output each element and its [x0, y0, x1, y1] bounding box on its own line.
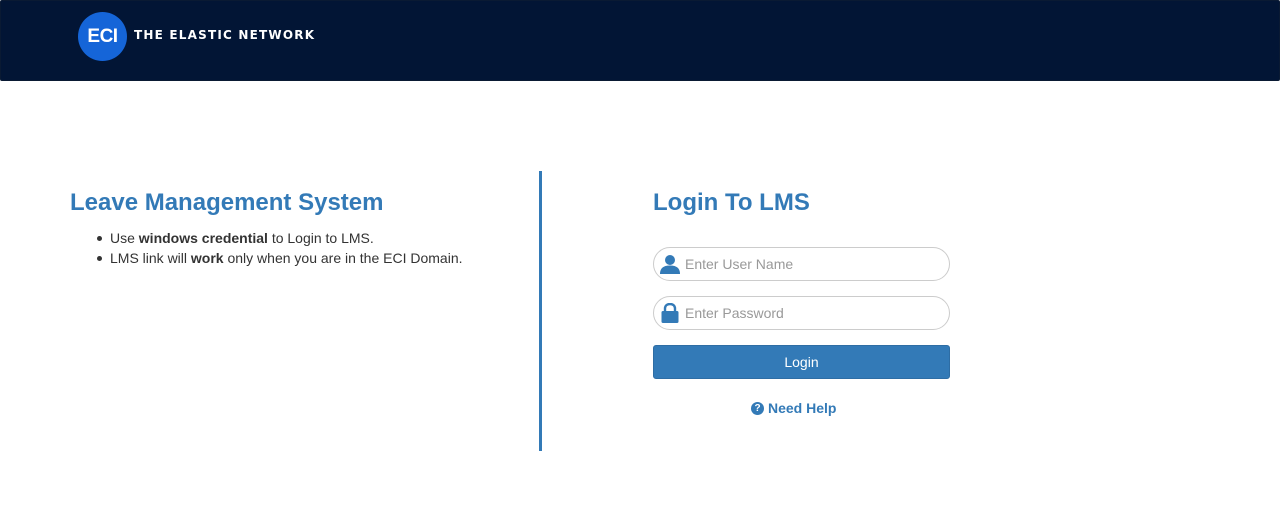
question-circle-icon: ?: [751, 401, 764, 415]
info-item-text: to Login to LMS.: [267, 230, 374, 246]
info-item-text: LMS link will: [110, 250, 191, 266]
need-help-label: Need Help: [768, 400, 837, 416]
login-title: Login To LMS: [653, 189, 810, 216]
info-item: LMS link will work only when you are in …: [97, 248, 463, 268]
system-title: Leave Management System: [70, 189, 384, 216]
vertical-divider: [539, 171, 542, 451]
lock-icon: [655, 297, 685, 329]
password-field[interactable]: [653, 296, 950, 330]
info-list: Use windows credential to Login to LMS. …: [97, 228, 463, 268]
logo-tagline: THE ELASTIC NETWORK: [134, 28, 316, 42]
login-button[interactable]: Login: [653, 345, 950, 379]
info-item-emphasis: windows credential: [138, 230, 268, 246]
need-help-link[interactable]: ? Need Help: [751, 400, 836, 416]
user-icon: [655, 248, 685, 280]
password-input[interactable]: [685, 298, 935, 328]
username-input[interactable]: [685, 249, 935, 279]
username-field[interactable]: [653, 247, 950, 281]
info-item-emphasis: work: [190, 250, 224, 266]
eci-logo[interactable]: ECI: [78, 12, 127, 61]
info-item-text: Use: [110, 230, 139, 246]
top-header: ECI THE ELASTIC NETWORK: [0, 0, 1280, 81]
info-item: Use windows credential to Login to LMS.: [97, 228, 463, 248]
info-item-text: only when you are in the ECI Domain.: [223, 250, 463, 266]
